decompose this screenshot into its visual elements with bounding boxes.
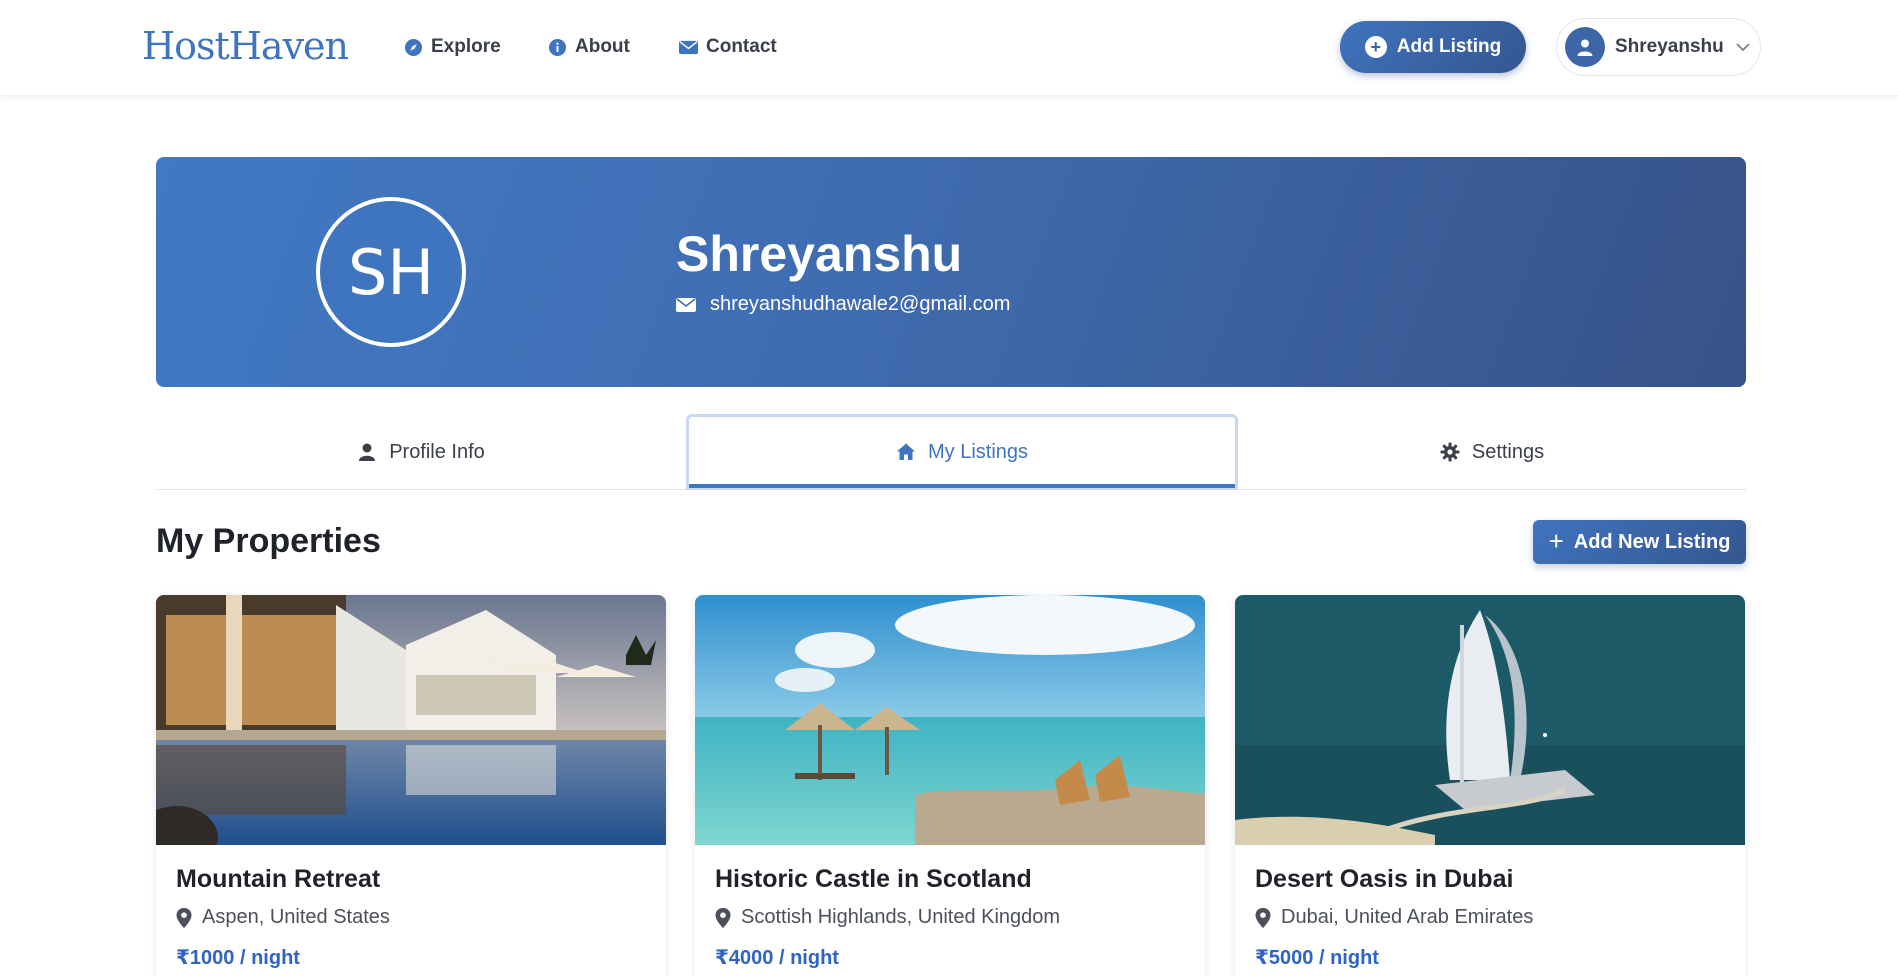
- burj-al-arab-image: [1235, 595, 1745, 845]
- map-pin-icon: [176, 907, 192, 928]
- resort-pool-image: [156, 595, 666, 845]
- chevron-down-icon: [1736, 39, 1750, 55]
- listing-location: Scottish Highlands, United Kingdom: [715, 906, 1185, 929]
- listing-card-body: Mountain Retreat Aspen, United States ₹1…: [156, 845, 666, 976]
- listing-title[interactable]: Desert Oasis in Dubai: [1255, 865, 1725, 894]
- add-listing-label: Add Listing: [1396, 36, 1502, 57]
- listing-card-body: Desert Oasis in Dubai Dubai, United Arab…: [1235, 845, 1745, 976]
- listing-card[interactable]: Historic Castle in Scotland Scottish Hig…: [695, 595, 1205, 976]
- listing-title[interactable]: Historic Castle in Scotland: [715, 865, 1185, 894]
- plus-circle-icon: +: [1364, 36, 1387, 58]
- listing-location-text: Dubai, United Arab Emirates: [1281, 906, 1534, 928]
- tab-my-listings[interactable]: My Listings: [686, 414, 1238, 490]
- nav-contact-label: Contact: [706, 36, 777, 57]
- profile-banner: SH Shreyanshu shreyanshudhawale2@gmail.c…: [156, 157, 1746, 387]
- profile-email-text: shreyanshudhawale2@gmail.com: [710, 293, 1011, 315]
- profile-name: Shreyanshu: [676, 226, 963, 282]
- user-name: Shreyanshu: [1615, 36, 1724, 57]
- map-pin-icon: [715, 907, 731, 928]
- listing-card[interactable]: Desert Oasis in Dubai Dubai, United Arab…: [1235, 595, 1745, 976]
- tab-my-listings-label: My Listings: [927, 440, 1029, 463]
- user-menu-button[interactable]: Shreyanshu: [1556, 18, 1761, 76]
- gear-icon: [1440, 442, 1460, 462]
- nav-explore-link[interactable]: Explore: [404, 36, 501, 58]
- tab-profile-info[interactable]: Profile Info: [156, 414, 686, 490]
- tab-settings-label: Settings: [1471, 440, 1545, 463]
- add-listing-button[interactable]: + Add Listing: [1340, 21, 1526, 73]
- nav-about-link[interactable]: About: [548, 36, 630, 58]
- envelope-icon: [679, 40, 698, 54]
- profile-email: shreyanshudhawale2@gmail.com: [676, 293, 1010, 316]
- listing-price: ₹4000 / night: [715, 947, 839, 969]
- user-icon: [1565, 27, 1605, 67]
- home-icon: [896, 443, 915, 460]
- map-pin-icon: [1255, 907, 1271, 928]
- plus-icon: +: [1548, 526, 1564, 556]
- user-icon: [359, 443, 376, 461]
- listing-card[interactable]: Mountain Retreat Aspen, United States ₹1…: [156, 595, 666, 976]
- listing-price: ₹5000 / night: [1255, 947, 1379, 969]
- listing-location-text: Aspen, United States: [202, 906, 390, 928]
- listing-title[interactable]: Mountain Retreat: [176, 865, 646, 894]
- profile-avatar: SH: [316, 197, 466, 347]
- navbar: HostHaven Explore About Contact + Add Li…: [0, 0, 1898, 96]
- envelope-icon: [676, 297, 696, 312]
- listing-price: ₹1000 / night: [176, 947, 300, 969]
- nav-about-label: About: [575, 36, 630, 57]
- listing-location: Dubai, United Arab Emirates: [1255, 906, 1725, 929]
- tab-settings[interactable]: Settings: [1238, 414, 1746, 490]
- add-new-listing-button[interactable]: + Add New Listing: [1533, 520, 1746, 564]
- listing-location-text: Scottish Highlands, United Kingdom: [741, 906, 1061, 928]
- listing-location: Aspen, United States: [176, 906, 646, 929]
- profile-tabs: Profile Info My Listings Settings: [156, 414, 1746, 490]
- compass-icon: [404, 38, 423, 56]
- info-icon: [548, 38, 567, 56]
- add-new-listing-label: Add New Listing: [1573, 530, 1731, 553]
- listing-card-body: Historic Castle in Scotland Scottish Hig…: [695, 845, 1205, 976]
- nav-contact-link[interactable]: Contact: [679, 36, 777, 58]
- nav-explore-label: Explore: [431, 36, 501, 57]
- site-logo[interactable]: HostHaven: [142, 24, 349, 68]
- tab-profile-info-label: Profile Info: [389, 440, 485, 463]
- section-title: My Properties: [156, 522, 381, 560]
- beach-umbrellas-image: [695, 595, 1205, 845]
